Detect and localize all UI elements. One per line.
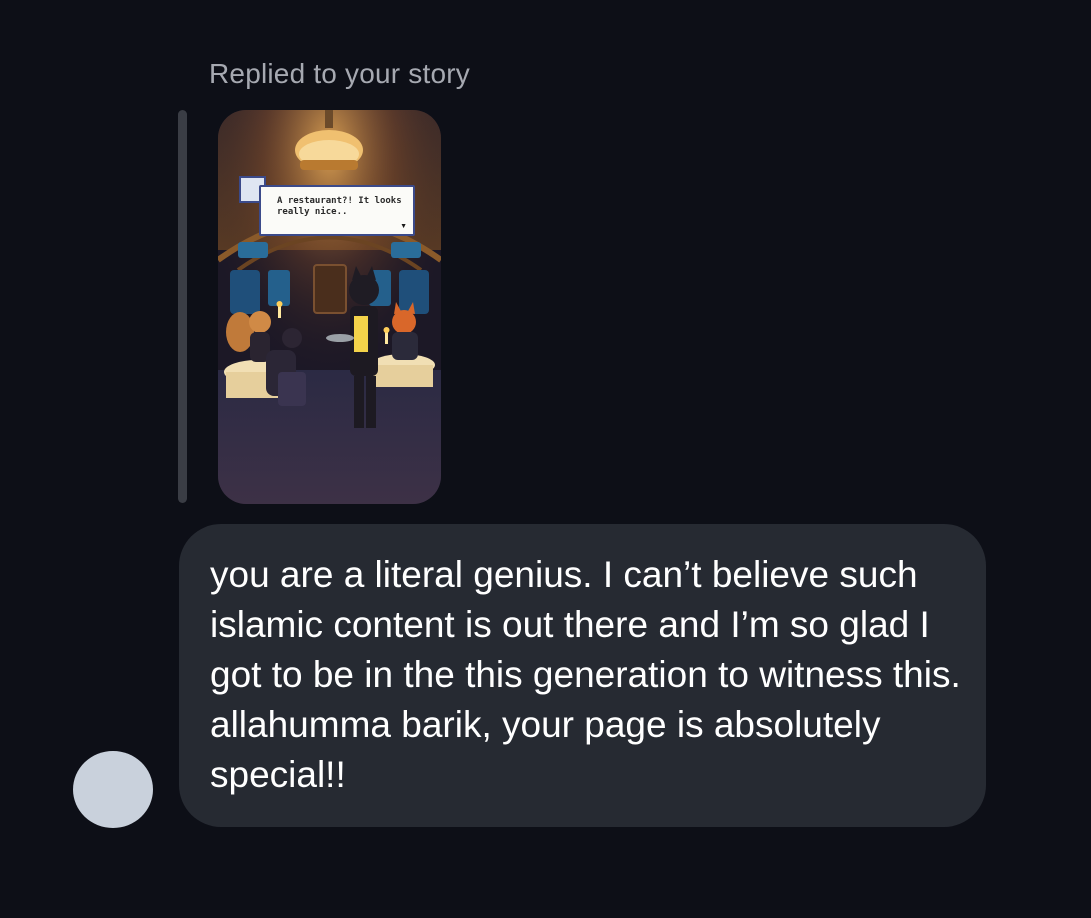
story-thumbnail[interactable]: A restaurant?! It looks really nice.. ▼ <box>218 110 441 504</box>
replied-to-story-label: Replied to your story <box>209 58 470 89</box>
story-dialog-box: A restaurant?! It looks really nice.. ▼ <box>259 185 415 236</box>
story-dialog-text: A restaurant?! It looks really nice.. <box>277 196 402 217</box>
reply-quote-bar <box>178 110 187 503</box>
message-text: you are a literal genius. I can’t believ… <box>210 554 961 795</box>
dialog-continue-arrow-icon: ▼ <box>400 223 407 230</box>
message-bubble[interactable]: you are a literal genius. I can’t believ… <box>179 524 986 827</box>
sender-avatar[interactable] <box>73 751 153 828</box>
story-artwork <box>218 110 441 504</box>
